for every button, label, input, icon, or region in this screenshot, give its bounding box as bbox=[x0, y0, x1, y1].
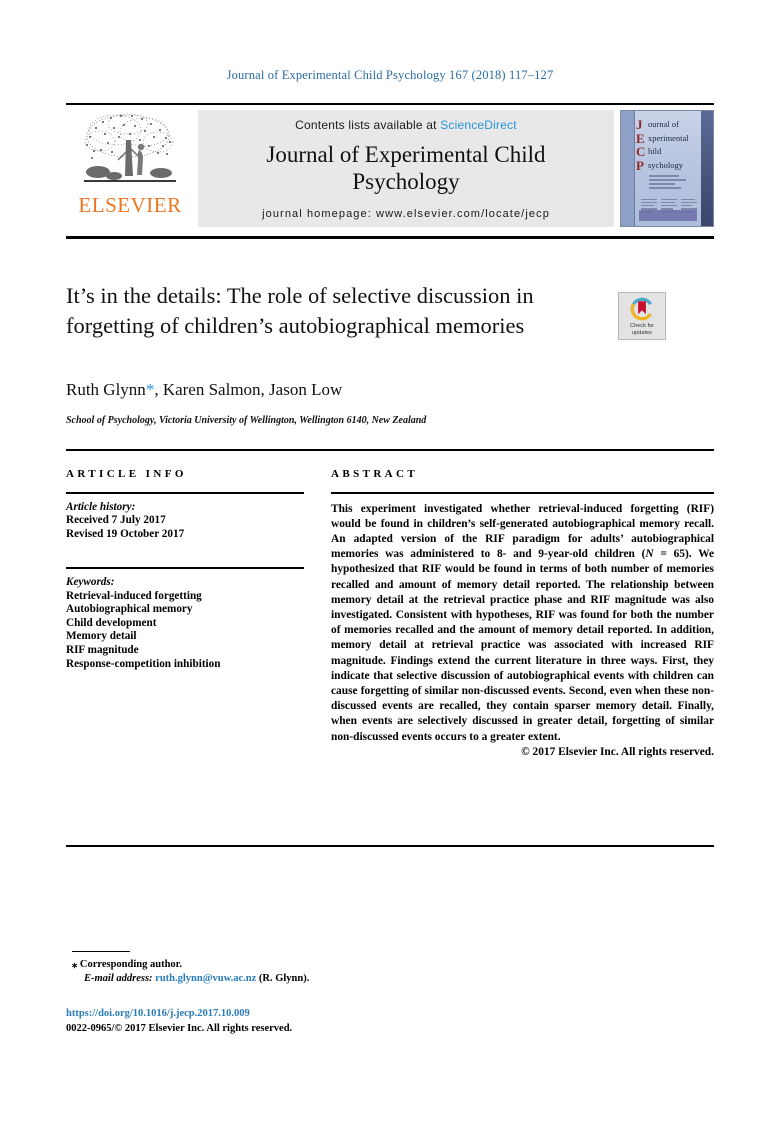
abstract-column: ABSTRACT This experiment investigated wh… bbox=[331, 468, 714, 760]
article-info-divider bbox=[66, 492, 304, 494]
abstract-heading: ABSTRACT bbox=[331, 468, 419, 480]
keywords-block: Keywords: Retrieval-induced forgetting A… bbox=[66, 576, 304, 671]
keyword-item: Retrieval-induced forgetting bbox=[66, 589, 202, 602]
elsevier-tree-icon bbox=[84, 113, 176, 182]
journal-cover-thumbnail[interactable]: J E C P ournal of xperimental hild sycho… bbox=[620, 110, 714, 227]
crossmark-label: Check for updates bbox=[630, 323, 654, 336]
cover-footer-band bbox=[639, 210, 697, 221]
crossmark-icon bbox=[630, 297, 654, 321]
contents-lists-prefix: Contents lists available at bbox=[295, 118, 441, 132]
keyword-item: Response-competition inhibition bbox=[66, 657, 221, 670]
abstract-sample-symbol: N bbox=[645, 548, 654, 561]
corresponding-author-note: ⁎ Corresponding author. bbox=[72, 958, 532, 972]
elsevier-wordmark: ELSEVIER bbox=[78, 193, 182, 217]
author-rest: , Karen Salmon, Jason Low bbox=[154, 380, 343, 399]
running-head: Journal of Experimental Child Psychology… bbox=[226, 68, 554, 82]
journal-homepage-link[interactable]: journal homepage: www.elsevier.com/locat… bbox=[262, 208, 550, 220]
cover-initials: J E C P bbox=[636, 117, 646, 173]
article-info-heading: ARTICLE INFO bbox=[66, 468, 187, 480]
keyword-item: Autobiographical memory bbox=[66, 603, 193, 616]
page-title: It’s in the details: The role of selecti… bbox=[66, 283, 534, 338]
author-list: Ruth Glynn*, Karen Salmon, Jason Low bbox=[66, 380, 666, 400]
keyword-item: Memory detail bbox=[66, 630, 137, 643]
article-history-label: Article history: bbox=[66, 500, 136, 513]
abstract-body: This experiment investigated whether ret… bbox=[331, 502, 714, 745]
abstract-part-2: We hypothesized that RIF would be found … bbox=[331, 548, 715, 743]
cover-title-words: ournal of xperimental hild sychology bbox=[648, 119, 689, 170]
article-first-page: Journal of Experimental Child Psychology… bbox=[0, 0, 780, 1134]
author-affiliation: School of Psychology, Victoria Universit… bbox=[66, 415, 427, 426]
cover-right-band bbox=[701, 111, 713, 226]
masthead-center-panel: Contents lists available at ScienceDirec… bbox=[198, 110, 614, 227]
crossmark-badge[interactable]: Check for updates bbox=[618, 292, 666, 340]
journal-masthead: ELSEVIER Contents lists available at Sci… bbox=[66, 103, 714, 233]
masthead-bottom-rule bbox=[66, 236, 714, 239]
article-info-column: ARTICLE INFO Article history: Received 7… bbox=[66, 468, 304, 671]
abstract-sample-value: = 65). bbox=[653, 548, 699, 561]
issn-copyright-line: 0022-0965/© 2017 Elsevier Inc. All right… bbox=[66, 1022, 293, 1034]
keywords-label: Keywords: bbox=[66, 575, 115, 588]
abstract-bottom-rule bbox=[66, 845, 714, 847]
article-history-block: Article history: Received 7 July 2017 Re… bbox=[66, 501, 304, 542]
author-first: Ruth Glynn bbox=[66, 380, 146, 399]
email-link[interactable]: ruth.glynn@vuw.ac.nz bbox=[155, 973, 256, 984]
journal-title: Journal of Experimental Child Psychology bbox=[266, 142, 546, 195]
keyword-item: Child development bbox=[66, 616, 157, 629]
keywords-divider bbox=[66, 567, 304, 569]
doi-link[interactable]: https://doi.org/10.1016/j.jecp.2017.10.0… bbox=[66, 1007, 586, 1022]
corresponding-author-symbol: ⁎ bbox=[72, 959, 78, 970]
cover-left-bar bbox=[621, 111, 635, 226]
corresponding-author-text: Corresponding author. bbox=[79, 959, 182, 970]
contents-lists-line: Contents lists available at ScienceDirec… bbox=[295, 118, 517, 132]
elsevier-logo: ELSEVIER bbox=[66, 105, 194, 233]
article-history-received: Received 7 July 2017 bbox=[66, 514, 166, 527]
sciencedirect-link[interactable]: ScienceDirect bbox=[440, 118, 517, 132]
abstract-top-rule bbox=[66, 449, 714, 451]
email-owner: (R. Glynn). bbox=[258, 973, 310, 984]
email-note: E-mail address: ruth.glynn@vuw.ac.nz (R.… bbox=[72, 972, 532, 986]
article-history-revised: Revised 19 October 2017 bbox=[66, 527, 185, 540]
footnote-rule bbox=[72, 951, 130, 953]
cover-text-lines bbox=[649, 175, 697, 191]
abstract-copyright: © 2017 Elsevier Inc. All rights reserved… bbox=[521, 745, 714, 758]
keyword-item: RIF magnitude bbox=[66, 643, 139, 656]
doi-block: https://doi.org/10.1016/j.jecp.2017.10.0… bbox=[66, 1007, 586, 1036]
footnote-block: ⁎ Corresponding author. E-mail address: … bbox=[72, 958, 532, 986]
email-label: E-mail address: bbox=[84, 973, 153, 984]
abstract-divider bbox=[331, 492, 714, 494]
